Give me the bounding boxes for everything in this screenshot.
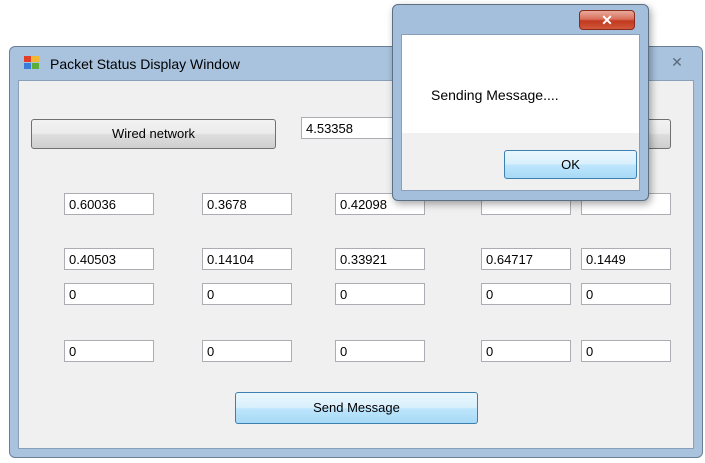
wired-network-button[interactable]: Wired network bbox=[31, 119, 276, 149]
packet-field-r1c2[interactable]: 0.3678 bbox=[202, 193, 292, 215]
close-icon: ✕ bbox=[601, 12, 613, 28]
packet-field-r2c5[interactable]: 0.1449 bbox=[581, 248, 671, 270]
packet-field-r2c2[interactable]: 0.14104 bbox=[202, 248, 292, 270]
packet-field-r2c1[interactable]: 0.40503 bbox=[64, 248, 154, 270]
app-window-icon bbox=[24, 56, 40, 70]
packet-field-r3c3[interactable]: 0 bbox=[335, 283, 425, 305]
packet-field-r4c5[interactable]: 0 bbox=[581, 340, 671, 362]
dialog-message: Sending Message.... bbox=[431, 87, 559, 103]
ok-button[interactable]: OK bbox=[504, 150, 637, 179]
send-message-button[interactable]: Send Message bbox=[235, 392, 478, 424]
packet-field-r4c2[interactable]: 0 bbox=[202, 340, 292, 362]
dialog-client-area: Sending Message.... OK bbox=[401, 34, 640, 191]
window-title: Packet Status Display Window bbox=[50, 56, 240, 72]
message-dialog: ✕ Sending Message.... OK bbox=[392, 4, 649, 201]
dialog-message-area: Sending Message.... bbox=[402, 35, 639, 133]
packet-field-r4c3[interactable]: 0 bbox=[335, 340, 425, 362]
dialog-close-button[interactable]: ✕ bbox=[579, 10, 635, 30]
packet-field-r4c4[interactable]: 0 bbox=[481, 340, 571, 362]
packet-field-r3c2[interactable]: 0 bbox=[202, 283, 292, 305]
packet-field-r2c4[interactable]: 0.64717 bbox=[481, 248, 571, 270]
packet-field-r2c3[interactable]: 0.33921 bbox=[335, 248, 425, 270]
close-icon[interactable]: ✕ bbox=[662, 53, 692, 71]
packet-field-r4c1[interactable]: 0 bbox=[64, 340, 154, 362]
packet-field-r1c1[interactable]: 0.60036 bbox=[64, 193, 154, 215]
packet-field-r3c1[interactable]: 0 bbox=[64, 283, 154, 305]
packet-field-r3c5[interactable]: 0 bbox=[581, 283, 671, 305]
packet-field-r3c4[interactable]: 0 bbox=[481, 283, 571, 305]
